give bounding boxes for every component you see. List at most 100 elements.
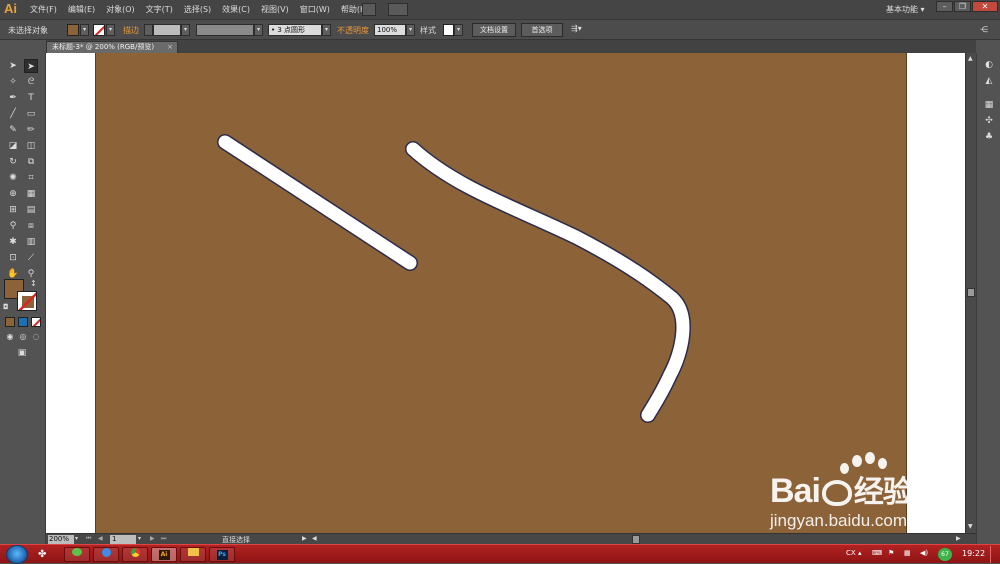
direct-selection-tool-icon[interactable]: ➤ (24, 59, 38, 73)
pencil-tool-icon[interactable]: ✏ (24, 123, 38, 137)
blend-tool-icon[interactable]: ⧈ (24, 219, 38, 233)
draw-inside-icon[interactable]: ◌ (30, 331, 42, 343)
page-field[interactable]: 1 (110, 535, 136, 544)
stroke-color-box[interactable] (17, 291, 37, 311)
pen-tool-icon[interactable]: ✒ (6, 91, 20, 105)
taskbar-wechat[interactable] (64, 547, 90, 562)
type-tool-icon[interactable]: T (24, 91, 38, 105)
menu-effect[interactable]: 效果(C) (222, 4, 250, 15)
arrange-documents-button[interactable] (388, 3, 408, 16)
close-window-button[interactable]: ✕ (972, 1, 998, 12)
shape-builder-tool-icon[interactable]: ⊕ (6, 187, 20, 201)
vertical-scroll-thumb[interactable] (967, 288, 975, 297)
network-icon[interactable]: ▦ (904, 549, 911, 557)
taskbar-illustrator[interactable]: Ai (151, 547, 177, 562)
symbols-panel-icon[interactable]: ♣ (982, 131, 996, 143)
zoom-dropdown-icon[interactable]: ▾ (75, 535, 78, 542)
free-transform-tool-icon[interactable]: ⌗ (24, 171, 38, 185)
stroke-label[interactable]: 描边 (123, 25, 139, 36)
swap-colors-icon[interactable]: ↕ (30, 279, 37, 288)
paintbrush-tool-icon[interactable]: ✎ (6, 123, 20, 137)
none-mode-button[interactable] (31, 317, 41, 327)
pinwheel-icon[interactable]: ✤ (38, 548, 52, 561)
screen-mode-icon[interactable]: ▣ (14, 347, 30, 359)
battery-badge[interactable]: 67 (938, 548, 952, 561)
variable-width-dropdown[interactable]: ▾ (254, 24, 263, 36)
warp-tool-icon[interactable]: ✺ (6, 171, 20, 185)
curved-path[interactable] (406, 142, 690, 422)
fill-swatch[interactable] (67, 24, 79, 36)
stroke-weight-dropdown[interactable]: ▾ (181, 24, 190, 36)
variable-width-field[interactable] (196, 24, 254, 36)
taskbar-chrome[interactable] (122, 547, 148, 562)
line-tool-icon[interactable]: ╱ (6, 107, 20, 121)
previous-page-icon[interactable]: ◀ (98, 535, 103, 542)
rectangle-tool-icon[interactable]: ▭ (24, 107, 38, 121)
volume-icon[interactable]: ◀) (920, 549, 928, 557)
menu-file[interactable]: 文件(F) (30, 4, 57, 15)
opacity-dropdown[interactable]: ▾ (406, 24, 415, 36)
scroll-down-icon[interactable]: ▼ (968, 523, 973, 530)
color-panel-icon[interactable]: ◐ (982, 59, 996, 71)
restore-button[interactable]: ❐ (954, 1, 971, 12)
first-page-icon[interactable]: ⏮ (86, 535, 91, 543)
scroll-left-icon[interactable]: ◀ (312, 535, 317, 542)
show-desktop-button[interactable] (990, 546, 998, 563)
brush-definition-field[interactable]: • 3 点圆形 (268, 24, 322, 36)
default-colors-icon[interactable]: ◘ (3, 303, 9, 311)
arrange-icon[interactable]: ⇶▾ (571, 24, 591, 36)
taskbar-photoshop[interactable]: Ps (209, 547, 235, 562)
rotate-tool-icon[interactable]: ↻ (6, 155, 20, 169)
last-page-icon[interactable]: ⏭ (161, 535, 166, 543)
draw-normal-icon[interactable]: ◉ (4, 331, 16, 343)
draw-behind-icon[interactable]: ◎ (17, 331, 29, 343)
menu-window[interactable]: 窗口(W) (300, 4, 330, 15)
blob-brush-tool-icon[interactable]: ◪ (6, 139, 20, 153)
eyedropper-tool-icon[interactable]: ⚲ (6, 219, 20, 233)
stroke-dropdown[interactable]: ▾ (106, 24, 115, 36)
minimize-button[interactable]: – (936, 1, 953, 12)
style-dropdown[interactable]: ▾ (454, 24, 463, 36)
brush-dropdown[interactable]: ▾ (322, 24, 331, 36)
straight-path[interactable] (218, 135, 417, 270)
vertical-scrollbar[interactable]: ▲ ▼ (965, 53, 976, 533)
panel-menu-icon[interactable]: ⋲ (980, 25, 988, 34)
slice-tool-icon[interactable]: ⟋ (24, 251, 38, 265)
document-setup-button[interactable]: 文档设置 (472, 23, 516, 37)
eraser-tool-icon[interactable]: ◫ (24, 139, 38, 153)
next-page-icon[interactable]: ▶ (150, 535, 155, 542)
color-guide-icon[interactable]: ◭ (982, 75, 996, 87)
menu-type[interactable]: 文字(T) (146, 4, 173, 15)
menu-view[interactable]: 视图(V) (261, 4, 289, 15)
symbol-sprayer-tool-icon[interactable]: ✱ (6, 235, 20, 249)
canvas-area[interactable] (46, 53, 965, 533)
taskbar-browser[interactable] (93, 547, 119, 562)
stroke-weight-stepper[interactable] (144, 24, 153, 36)
fill-dropdown[interactable]: ▾ (80, 24, 89, 36)
flag-icon[interactable]: ⚑ (888, 549, 894, 557)
clock[interactable]: 19:22 (962, 549, 985, 558)
page-dropdown-icon[interactable]: ▾ (138, 535, 141, 542)
brushes-panel-icon[interactable]: ✣ (982, 115, 996, 127)
input-method-indicator[interactable]: CX (846, 549, 856, 557)
opacity-field[interactable]: 100% (374, 24, 406, 36)
artboard-tool-icon[interactable]: ⊡ (6, 251, 20, 265)
scroll-up-icon[interactable]: ▲ (968, 55, 973, 62)
magic-wand-tool-icon[interactable]: ✧ (6, 75, 20, 89)
swatches-panel-icon[interactable]: ▦ (982, 99, 996, 111)
tray-expand-icon[interactable]: ▴ (858, 549, 862, 557)
zoom-field[interactable]: 200% (48, 535, 74, 544)
taskbar-explorer[interactable] (180, 547, 206, 562)
perspective-grid-tool-icon[interactable]: ▦ (24, 187, 38, 201)
start-button[interactable] (6, 545, 28, 564)
gradient-tool-icon[interactable]: ▤ (24, 203, 38, 217)
color-mode-button[interactable] (5, 317, 15, 327)
menu-object[interactable]: 对象(O) (106, 4, 135, 15)
scale-tool-icon[interactable]: ⧉ (24, 155, 38, 169)
lasso-tool-icon[interactable]: ᘓ (24, 75, 38, 89)
keyboard-icon[interactable]: ⌨ (872, 549, 882, 557)
opacity-label[interactable]: 不透明度 (337, 25, 369, 36)
preferences-button[interactable]: 首选项 (521, 23, 563, 37)
bridge-button[interactable] (362, 3, 376, 16)
menu-edit[interactable]: 编辑(E) (68, 4, 95, 15)
